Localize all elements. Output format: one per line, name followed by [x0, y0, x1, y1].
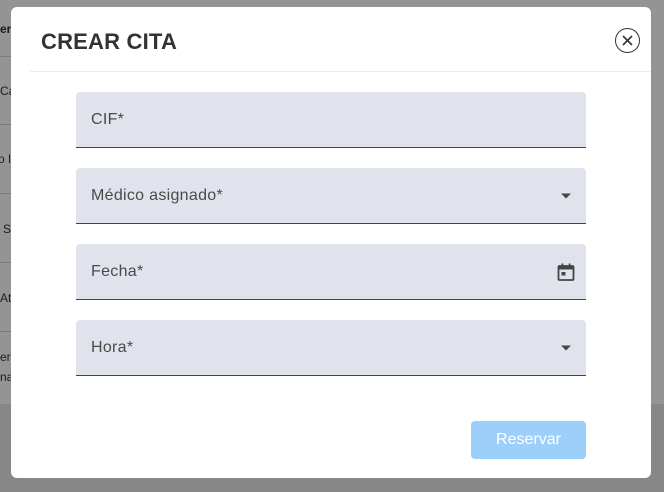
create-appointment-dialog: CREAR CITA CIF* Médico asignado* Fecha*	[11, 7, 651, 478]
calendar-icon[interactable]	[556, 262, 576, 282]
cif-field[interactable]: CIF*	[76, 92, 586, 148]
time-label: Hora*	[91, 339, 134, 356]
date-label: Fecha*	[91, 263, 144, 280]
assigned-doctor-select[interactable]: Médico asignado*	[76, 168, 586, 224]
time-select[interactable]: Hora*	[76, 320, 586, 376]
assigned-doctor-label: Médico asignado*	[91, 187, 223, 204]
dropdown-arrow-icon	[556, 186, 576, 206]
date-field[interactable]: Fecha*	[76, 244, 586, 300]
close-icon	[622, 35, 633, 46]
dialog-title: CREAR CITA	[41, 29, 178, 54]
title-divider	[30, 71, 651, 72]
cif-label: CIF*	[91, 111, 125, 128]
dropdown-arrow-icon	[556, 338, 576, 358]
close-button[interactable]	[615, 28, 640, 53]
reserve-button[interactable]: Reservar	[471, 421, 586, 459]
